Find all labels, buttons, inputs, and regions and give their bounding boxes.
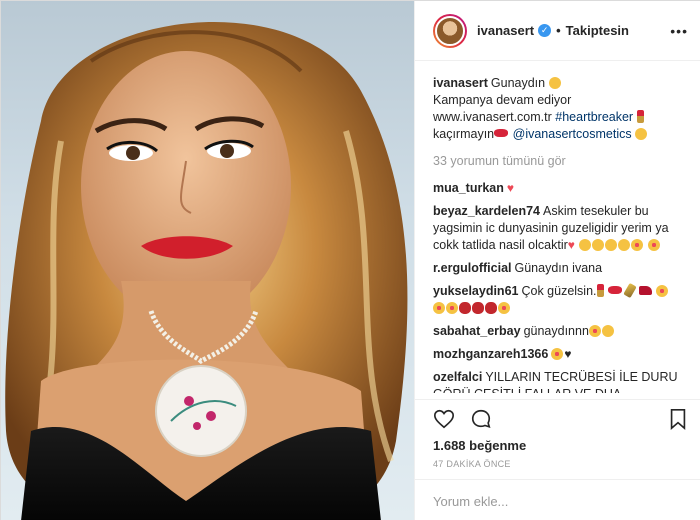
heart-eyes-emoji-icon (631, 239, 644, 251)
black-heart-emoji-icon: ♥ (564, 347, 572, 361)
post-timestamp: 47 DAKİKA ÖNCE (433, 459, 511, 469)
heart-eyes-emoji-icon (647, 239, 660, 251)
comment-username[interactable]: ozelfalci (433, 370, 482, 384)
emoji-icon (605, 239, 618, 251)
comment-item: beyaz_kardelen74 Askim tesekuler bu yagsi… (433, 203, 685, 254)
comment-username[interactable]: yukselaydin61 (433, 284, 518, 298)
wink-emoji-icon (635, 128, 648, 140)
post-modal: ivanasert ✓ • Takiptesin ••• ivanasert Gu… (0, 0, 700, 520)
heart-eyes-emoji-icon (446, 302, 458, 314)
emoji-icon (618, 239, 631, 251)
action-bar (415, 399, 700, 439)
comment-item: mozhganzareh1366 ♥ (433, 346, 685, 363)
bookmark-icon[interactable] (668, 408, 688, 433)
emoji-icon (579, 239, 592, 251)
rose-emoji-icon (485, 302, 497, 314)
post-photo[interactable] (1, 1, 414, 520)
comment-username[interactable]: mozhganzareh1366 (433, 347, 548, 361)
comment-icon[interactable] (470, 408, 492, 433)
follow-status-button[interactable]: Takiptesin (566, 23, 629, 38)
comment-username[interactable]: mua_turkan (433, 181, 504, 195)
heart-eyes-emoji-icon (656, 285, 669, 297)
caption-mention[interactable]: @ivanasertcosmetics (513, 127, 632, 141)
header-separator: • (556, 23, 561, 38)
emoji-icon (592, 239, 605, 251)
heart-eyes-emoji-icon (498, 302, 510, 314)
lipstick-emoji-icon (636, 110, 644, 123)
caption-username[interactable]: ivanasert (433, 76, 488, 90)
caption-line4: kaçırmayın (433, 127, 495, 141)
lipstick-emoji-icon (596, 284, 604, 297)
verified-badge-icon: ✓ (538, 24, 552, 37)
comment-item: mua_turkan ♥ (433, 180, 685, 197)
comment-username[interactable]: r.ergulofficial (433, 261, 512, 275)
likes-count[interactable]: 1.688 beğenme (433, 438, 526, 453)
heart-eyes-emoji-icon (551, 348, 564, 360)
add-comment-input[interactable]: Yorum ekle... (415, 479, 700, 520)
caption: ivanasert Gunaydın Kampanya devam ediyor … (433, 75, 685, 143)
header-username[interactable]: ivanasert (477, 23, 534, 38)
heart-emoji-icon: ♥ (567, 238, 575, 252)
caption-line2: Kampanya devam ediyor (433, 93, 572, 107)
lips-emoji-icon (608, 286, 622, 294)
heart-emoji-icon: ♥ (506, 181, 514, 195)
caption-hashtag[interactable]: #heartbreaker (555, 110, 633, 124)
comment-username[interactable]: sabahat_erbay (433, 324, 521, 338)
comment-item: ozelfalciYILLARIN TECRÜBESİ İLE DURU GÖR… (433, 369, 685, 393)
comments-list: ivanasert Gunaydın Kampanya devam ediyor … (433, 75, 685, 393)
smile-emoji-icon (548, 77, 561, 89)
wink-emoji-icon (601, 325, 614, 337)
rose-emoji-icon (459, 302, 471, 314)
heart-eyes-emoji-icon (588, 325, 601, 337)
comment-text: Günaydın ivana (514, 261, 603, 275)
view-all-comments-link[interactable]: 33 yorumun tümünü gör (433, 153, 685, 170)
comment-username[interactable]: beyaz_kardelen74 (433, 204, 540, 218)
comment-item: sabahat_erbay günaydınnn (433, 323, 685, 340)
caption-link: www.ivanasert.com.tr (433, 110, 552, 124)
portrait-image (5, 22, 408, 520)
avatar-image (435, 15, 465, 46)
avatar[interactable] (433, 13, 467, 48)
comment-item: r.ergulofficial Günaydın ivana (433, 260, 685, 277)
eyeliner-emoji-icon (623, 282, 638, 299)
rose-emoji-icon (472, 302, 484, 314)
heel-emoji-icon (638, 286, 652, 295)
comment-text: Çok güzelsin. (521, 284, 597, 298)
post-header: ivanasert ✓ • Takiptesin ••• (415, 1, 700, 61)
more-options-icon[interactable]: ••• (670, 23, 688, 39)
post-side-panel: ivanasert ✓ • Takiptesin ••• ivanasert Gu… (414, 1, 700, 520)
lips-emoji-icon (494, 129, 509, 137)
comment-item: yukselaydin61 Çok güzelsin. (433, 282, 685, 317)
caption-line1: Gunaydın (490, 76, 546, 90)
heart-icon[interactable] (433, 408, 455, 433)
heart-eyes-emoji-icon (433, 302, 445, 314)
comment-text: günaydınnn (523, 324, 589, 338)
